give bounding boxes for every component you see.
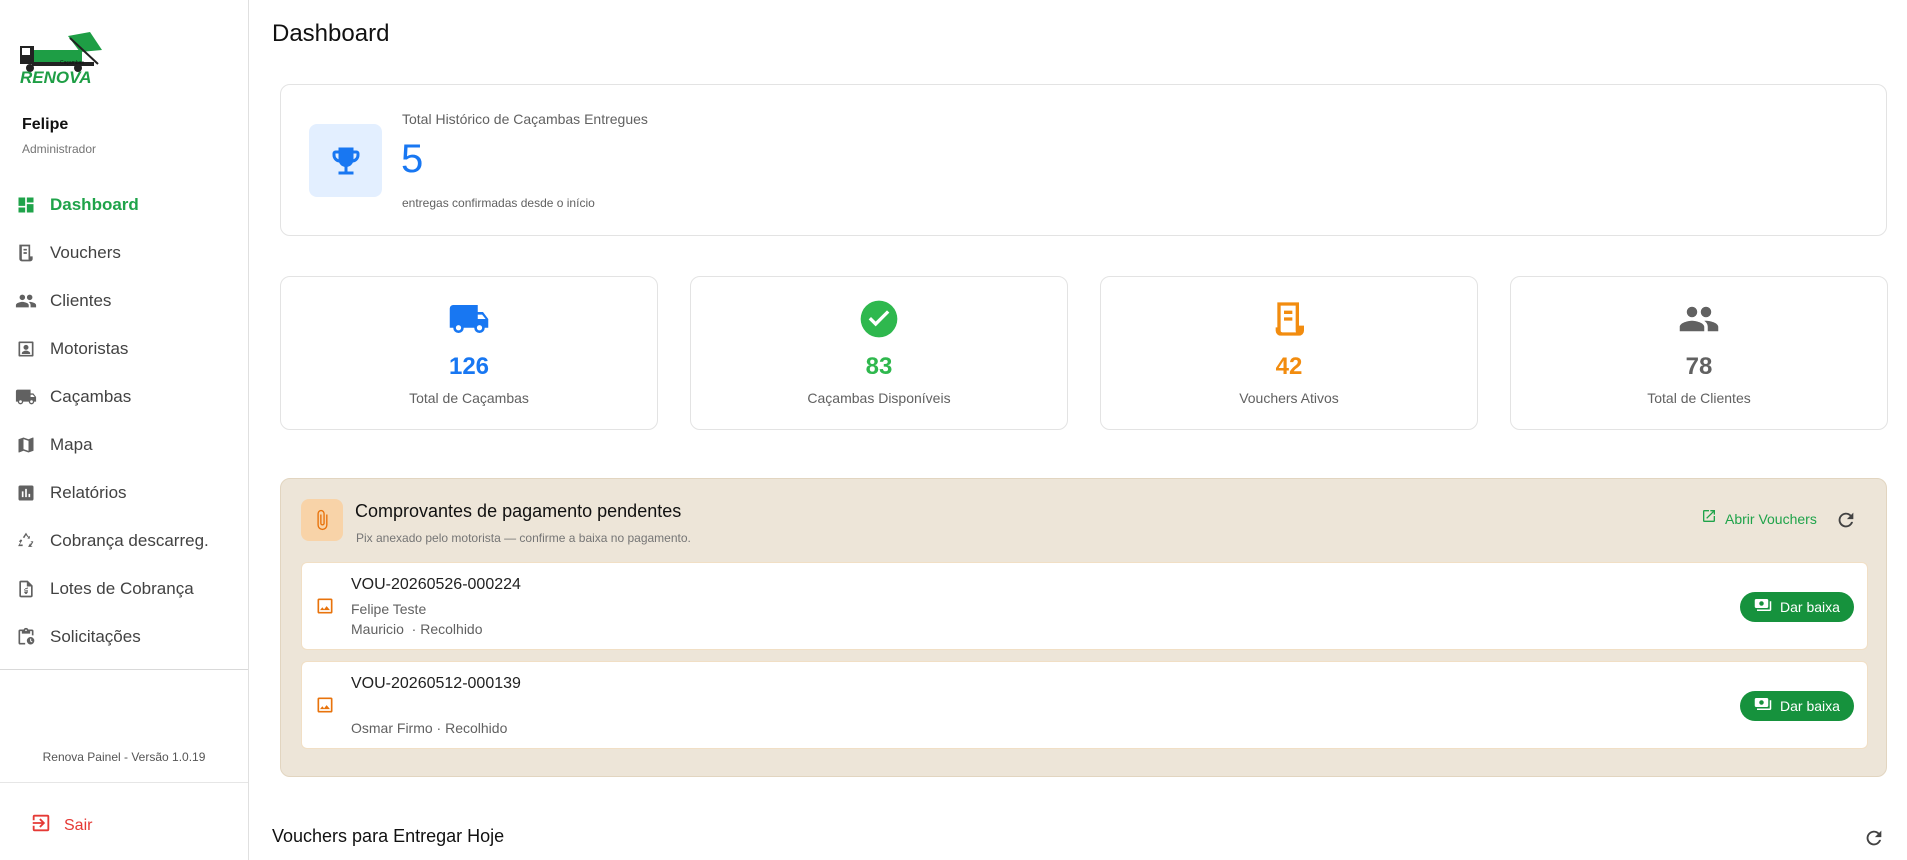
- pending-voucher-row[interactable]: VOU-20260512-000139 Osmar Firmo · Recolh…: [301, 661, 1868, 749]
- pending-title: Comprovantes de pagamento pendentes: [355, 501, 682, 521]
- sidebar-item-dashboard[interactable]: Dashboard: [0, 181, 248, 229]
- invoice-icon: [14, 577, 38, 601]
- refresh-icon[interactable]: [1862, 826, 1886, 850]
- pending-voucher-row[interactable]: VOU-20260526-000224 Felipe Teste Maurici…: [301, 562, 1868, 650]
- section-title: Vouchers para Entregar Hoje: [272, 826, 505, 846]
- open-in-new-icon: [1701, 508, 1717, 529]
- hero-subtitle: entregas confirmadas desde o início: [402, 196, 595, 210]
- truck-icon: [281, 299, 657, 339]
- bar-chart-icon: [14, 481, 38, 505]
- stat-label: Caçambas Disponíveis: [807, 390, 951, 406]
- map-icon: [14, 433, 38, 457]
- stat-card-vouchers-ativos: 42 Vouchers Ativos: [1100, 276, 1478, 430]
- open-vouchers-link[interactable]: Abrir Vouchers: [1701, 508, 1817, 529]
- badge-icon: [14, 337, 38, 361]
- hero-card: Total Histórico de Caçambas Entregues 5 …: [280, 84, 1887, 236]
- image-icon[interactable]: [314, 595, 336, 617]
- payments-icon: [1754, 695, 1772, 718]
- refresh-icon[interactable]: [1834, 508, 1858, 532]
- stat-value: 42: [1275, 353, 1303, 380]
- logout-icon: [30, 812, 52, 839]
- sidebar-item-cacambas[interactable]: Caçambas: [0, 373, 248, 421]
- stat-value: 126: [448, 353, 490, 380]
- page-title: Dashboard: [272, 20, 390, 47]
- sidebar-nav: Dashboard Vouchers Clientes Motoristas C…: [0, 181, 248, 661]
- logo-text: RENOVA: [20, 68, 91, 86]
- sidebar-item-label: Vouchers: [50, 243, 121, 262]
- stat-label: Vouchers Ativos: [1239, 390, 1339, 406]
- sidebar-item-cobranca-descarreg[interactable]: Cobrança descarreg.: [0, 517, 248, 565]
- user-role: Administrador: [22, 142, 97, 156]
- voucher-code: VOU-20260512-000139: [351, 675, 521, 692]
- stat-label: Total de Caçambas: [409, 390, 529, 406]
- payments-icon: [1754, 596, 1772, 619]
- sidebar-item-label: Mapa: [50, 435, 93, 454]
- logout-button[interactable]: Sair: [30, 812, 92, 839]
- voucher-meta: Mauricio · Recolhido: [351, 621, 483, 637]
- svg-text:Caçambas: Caçambas: [60, 60, 84, 66]
- dar-baixa-label: Dar baixa: [1780, 698, 1840, 714]
- recycle-icon: [14, 529, 38, 553]
- app-version: Renova Painel - Versão 1.0.19: [42, 750, 206, 764]
- clipboard-icon: [14, 625, 38, 649]
- stat-label: Total de Clientes: [1647, 390, 1751, 406]
- people-icon: [14, 289, 38, 313]
- stat-value: 83: [865, 353, 893, 380]
- voucher-meta: Osmar Firmo · Recolhido: [351, 720, 508, 736]
- pending-payments-panel: Comprovantes de pagamento pendentes Pix …: [280, 478, 1887, 777]
- sidebar-item-clientes[interactable]: Clientes: [0, 277, 248, 325]
- dar-baixa-button[interactable]: Dar baixa: [1740, 691, 1854, 721]
- sidebar-item-label: Cobrança descarreg.: [50, 531, 209, 550]
- dar-baixa-button[interactable]: Dar baixa: [1740, 592, 1854, 622]
- trophy-icon: [309, 124, 382, 197]
- logout-label: Sair: [64, 816, 93, 834]
- hero-value: 5: [401, 137, 424, 181]
- open-vouchers-label: Abrir Vouchers: [1725, 510, 1817, 527]
- app: Caçambas RENOVA Felipe Administrador Das…: [0, 0, 1907, 860]
- image-icon[interactable]: [314, 694, 336, 716]
- sidebar-item-relatorios[interactable]: Relatórios: [0, 469, 248, 517]
- renova-logo: Caçambas RENOVA: [20, 30, 104, 87]
- sidebar-item-label: Solicitações: [50, 627, 141, 646]
- pending-subtitle: Pix anexado pelo motorista — confirme a …: [356, 531, 691, 545]
- stat-card-total-clientes: 78 Total de Clientes: [1510, 276, 1888, 430]
- voucher-code: VOU-20260526-000224: [351, 576, 521, 593]
- sidebar-item-label: Relatórios: [50, 483, 127, 502]
- voucher-client: Felipe Teste: [351, 601, 427, 617]
- dashboard-icon: [14, 193, 38, 217]
- sidebar-divider: [0, 782, 248, 783]
- hero-label: Total Histórico de Caçambas Entregues: [402, 111, 648, 127]
- sidebar-item-label: Dashboard: [50, 195, 139, 214]
- truck-icon: [14, 385, 38, 409]
- sidebar-item-label: Caçambas: [50, 387, 132, 406]
- sidebar-item-label: Motoristas: [50, 339, 129, 358]
- stat-card-cacambas-disponiveis: 83 Caçambas Disponíveis: [690, 276, 1068, 430]
- sidebar-item-label: Lotes de Cobrança: [50, 579, 194, 598]
- sidebar-item-mapa[interactable]: Mapa: [0, 421, 248, 469]
- sidebar-item-motoristas[interactable]: Motoristas: [0, 325, 248, 373]
- sidebar-divider: [0, 669, 248, 670]
- receipt-icon: [1101, 299, 1477, 339]
- receipt-icon: [14, 241, 38, 265]
- stat-value: 78: [1685, 353, 1713, 380]
- sidebar: Caçambas RENOVA Felipe Administrador Das…: [0, 0, 249, 860]
- sidebar-item-solicitacoes[interactable]: Solicitações: [0, 613, 248, 661]
- user-name: Felipe: [22, 116, 69, 133]
- check-circle-icon: [691, 299, 1067, 339]
- stat-card-total-cacambas: 126 Total de Caçambas: [280, 276, 658, 430]
- sidebar-item-vouchers[interactable]: Vouchers: [0, 229, 248, 277]
- people-icon: [1511, 299, 1887, 339]
- paperclip-icon: [301, 499, 343, 541]
- sidebar-item-label: Clientes: [50, 291, 112, 310]
- dar-baixa-label: Dar baixa: [1780, 599, 1840, 615]
- sidebar-item-lotes-de-cobranca[interactable]: Lotes de Cobrança: [0, 565, 248, 613]
